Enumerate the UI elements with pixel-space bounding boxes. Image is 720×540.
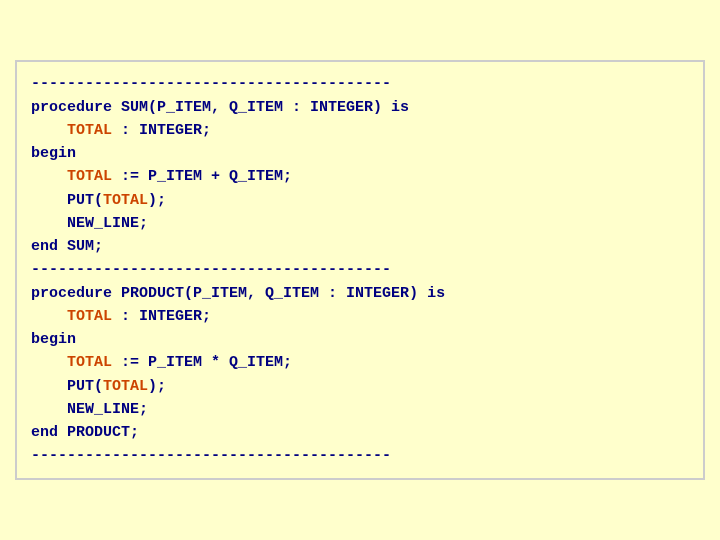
- put-product-suffix: );: [148, 378, 166, 395]
- put-sum-suffix: );: [148, 192, 166, 209]
- assign-sum-text: := P_ITEM + Q_ITEM;: [112, 168, 292, 185]
- divider-3: ----------------------------------------: [31, 444, 689, 467]
- kw-procedure-2: procedure: [31, 285, 121, 302]
- proc-sum-line: procedure SUM(P_ITEM, Q_ITEM : INTEGER) …: [31, 96, 689, 119]
- var-total-6: TOTAL: [103, 378, 148, 395]
- put-sum-prefix: PUT(: [67, 192, 103, 209]
- total-decl-sum: TOTAL : INTEGER;: [31, 119, 689, 142]
- var-total-3: TOTAL: [103, 192, 148, 209]
- end-sum: end SUM;: [31, 235, 689, 258]
- proc-sum-name: SUM(P_ITEM, Q_ITEM : INTEGER) is: [121, 99, 409, 116]
- proc-product-name: PRODUCT(P_ITEM, Q_ITEM : INTEGER) is: [121, 285, 445, 302]
- var-total-4: TOTAL: [67, 308, 112, 325]
- divider-2: ----------------------------------------: [31, 258, 689, 281]
- var-total-2: TOTAL: [67, 168, 112, 185]
- assign-product: TOTAL := P_ITEM * Q_ITEM;: [31, 351, 689, 374]
- total-type-1: : INTEGER;: [112, 122, 211, 139]
- begin-sum: begin: [31, 142, 689, 165]
- begin-product: begin: [31, 328, 689, 351]
- kw-procedure: procedure: [31, 99, 121, 116]
- total-decl-product: TOTAL : INTEGER;: [31, 305, 689, 328]
- end-product: end PRODUCT;: [31, 421, 689, 444]
- var-total-5: TOTAL: [67, 354, 112, 371]
- var-total-1: TOTAL: [67, 122, 112, 139]
- newline-sum: NEW_LINE;: [31, 212, 689, 235]
- newline-product: NEW_LINE;: [31, 398, 689, 421]
- put-product: PUT(TOTAL);: [31, 375, 689, 398]
- code-block: ----------------------------------------…: [15, 60, 705, 479]
- assign-product-text: := P_ITEM * Q_ITEM;: [112, 354, 292, 371]
- put-product-prefix: PUT(: [67, 378, 103, 395]
- divider-1: ----------------------------------------: [31, 72, 689, 95]
- proc-product-line: procedure PRODUCT(P_ITEM, Q_ITEM : INTEG…: [31, 282, 689, 305]
- assign-sum: TOTAL := P_ITEM + Q_ITEM;: [31, 165, 689, 188]
- total-type-2: : INTEGER;: [112, 308, 211, 325]
- put-sum: PUT(TOTAL);: [31, 189, 689, 212]
